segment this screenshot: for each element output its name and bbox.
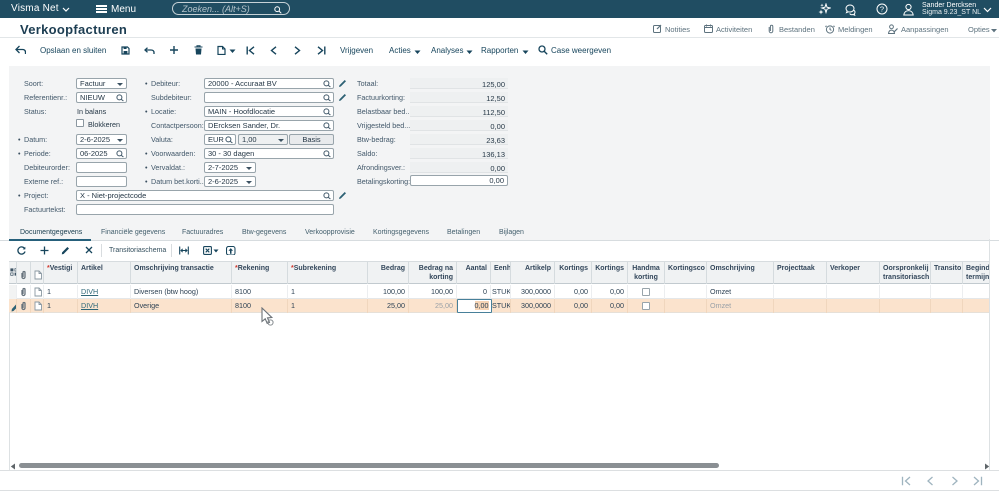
svg-text:?: ? bbox=[880, 5, 884, 14]
